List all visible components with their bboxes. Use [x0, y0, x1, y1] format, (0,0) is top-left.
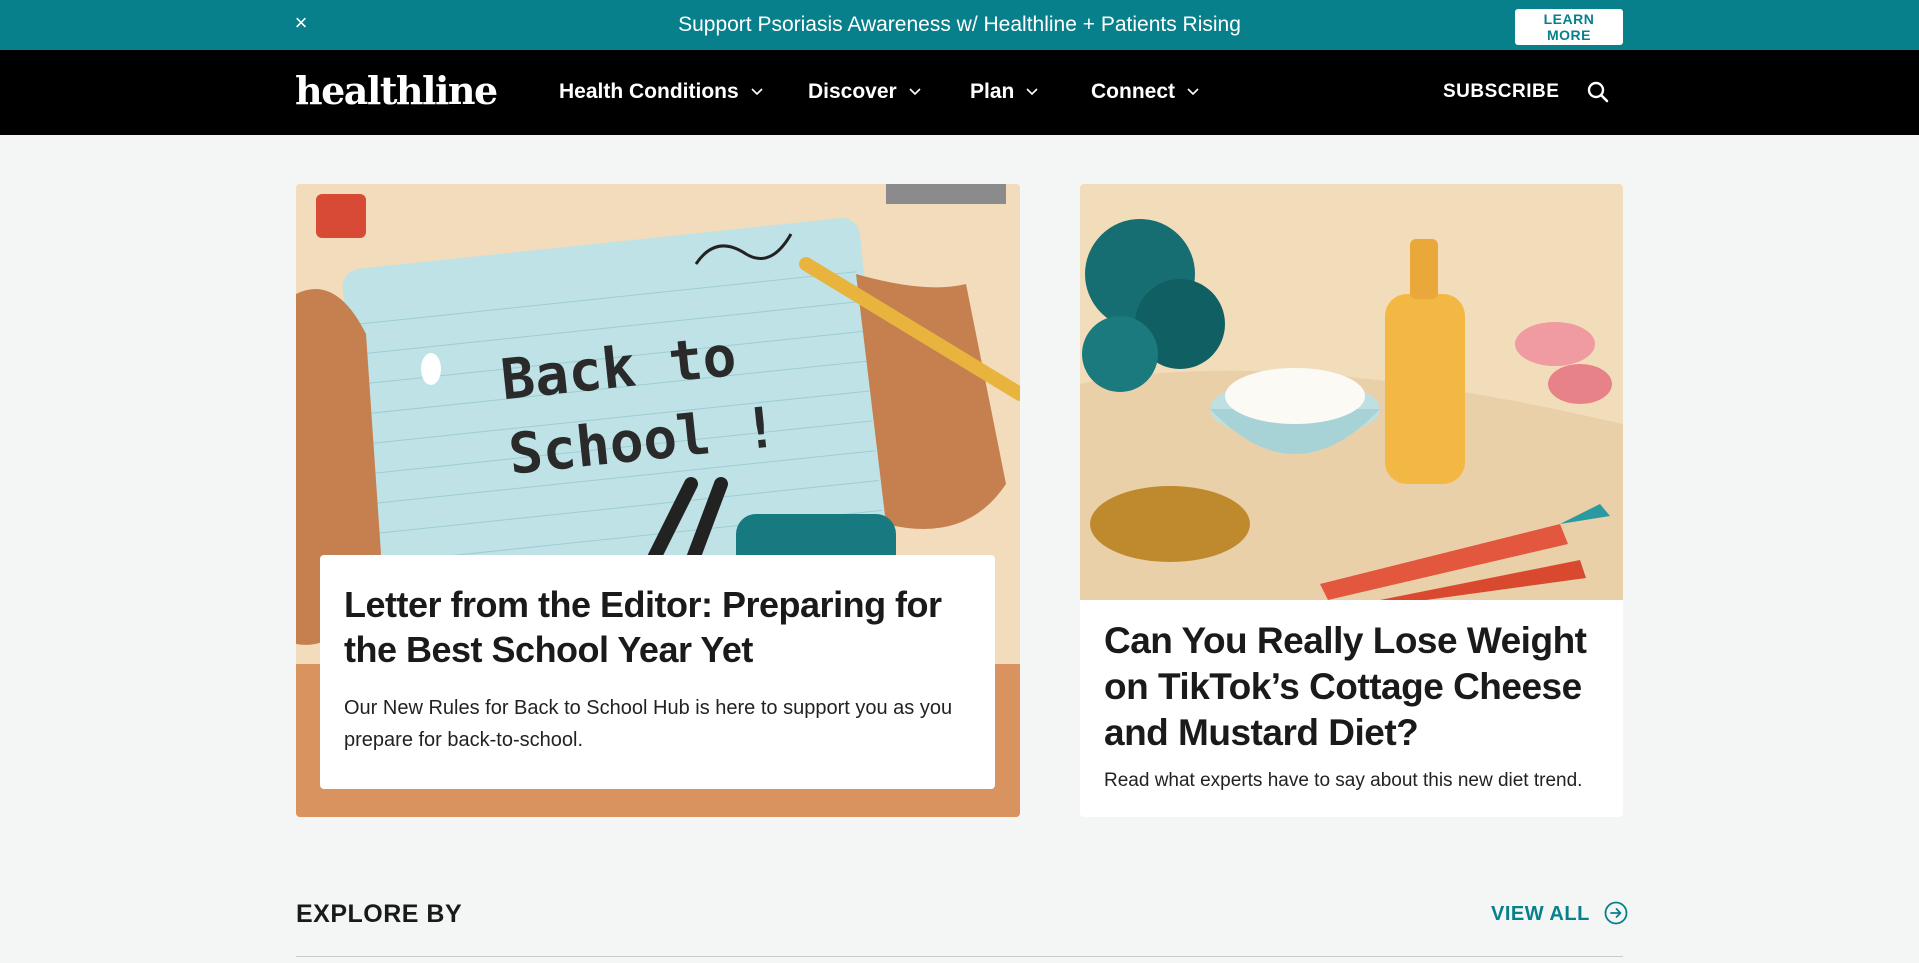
- learn-more-button[interactable]: LEARN MORE: [1515, 9, 1623, 45]
- chevron-down-icon: [908, 88, 921, 96]
- article-description: Our New Rules for Back to School Hub is …: [344, 697, 953, 751]
- nav-item-plan[interactable]: Plan: [970, 80, 1038, 104]
- featured-article-card[interactable]: Back to School ! Letter from the Editor:…: [296, 184, 1020, 817]
- view-all-label: VIEW ALL: [1491, 903, 1590, 925]
- nav-item-label: Discover: [808, 80, 897, 103]
- article-title[interactable]: Can You Really Lose Weight on TikTok’s C…: [1104, 618, 1599, 756]
- chevron-down-icon: [750, 88, 763, 96]
- subscribe-link[interactable]: SUBSCRIBE: [1443, 81, 1559, 103]
- nav-item-label: Health Conditions: [559, 80, 739, 103]
- arrow-circle-right-icon: [1604, 901, 1627, 925]
- article-card[interactable]: Can You Really Lose Weight on TikTok’s C…: [1080, 184, 1623, 817]
- nav-item-label: Connect: [1091, 80, 1175, 103]
- section-divider: [296, 956, 1623, 957]
- nav-item-health-conditions[interactable]: Health Conditions: [559, 80, 763, 104]
- learn-more-label-line2: MORE: [1547, 27, 1591, 43]
- healthline-logo[interactable]: healthline: [295, 68, 498, 113]
- chevron-down-icon: [1026, 88, 1038, 96]
- chevron-down-icon: [1187, 88, 1199, 96]
- promo-banner: × Support Psoriasis Awareness w/ Healthl…: [0, 0, 1919, 50]
- article-title[interactable]: Letter from the Editor: Preparing for th…: [344, 582, 971, 672]
- article-description: Read what experts have to say about this…: [1104, 770, 1583, 791]
- main-nav: healthline Health Conditions Discover Pl…: [0, 50, 1919, 135]
- nav-item-connect[interactable]: Connect: [1091, 80, 1199, 104]
- cottage-cheese-diet-illustration: [1080, 184, 1623, 600]
- article-body: Can You Really Lose Weight on TikTok’s C…: [1080, 600, 1623, 794]
- promo-text[interactable]: Support Psoriasis Awareness w/ Healthlin…: [0, 13, 1919, 37]
- explore-heading: EXPLORE BY: [296, 900, 463, 928]
- featured-article-overlay[interactable]: Letter from the Editor: Preparing for th…: [320, 555, 995, 789]
- nav-item-label: Plan: [970, 80, 1015, 103]
- nav-item-discover[interactable]: Discover: [808, 80, 921, 104]
- search-icon[interactable]: [1586, 80, 1610, 104]
- view-all-link[interactable]: VIEW ALL: [1491, 901, 1628, 926]
- learn-more-label-line1: LEARN: [1543, 11, 1595, 27]
